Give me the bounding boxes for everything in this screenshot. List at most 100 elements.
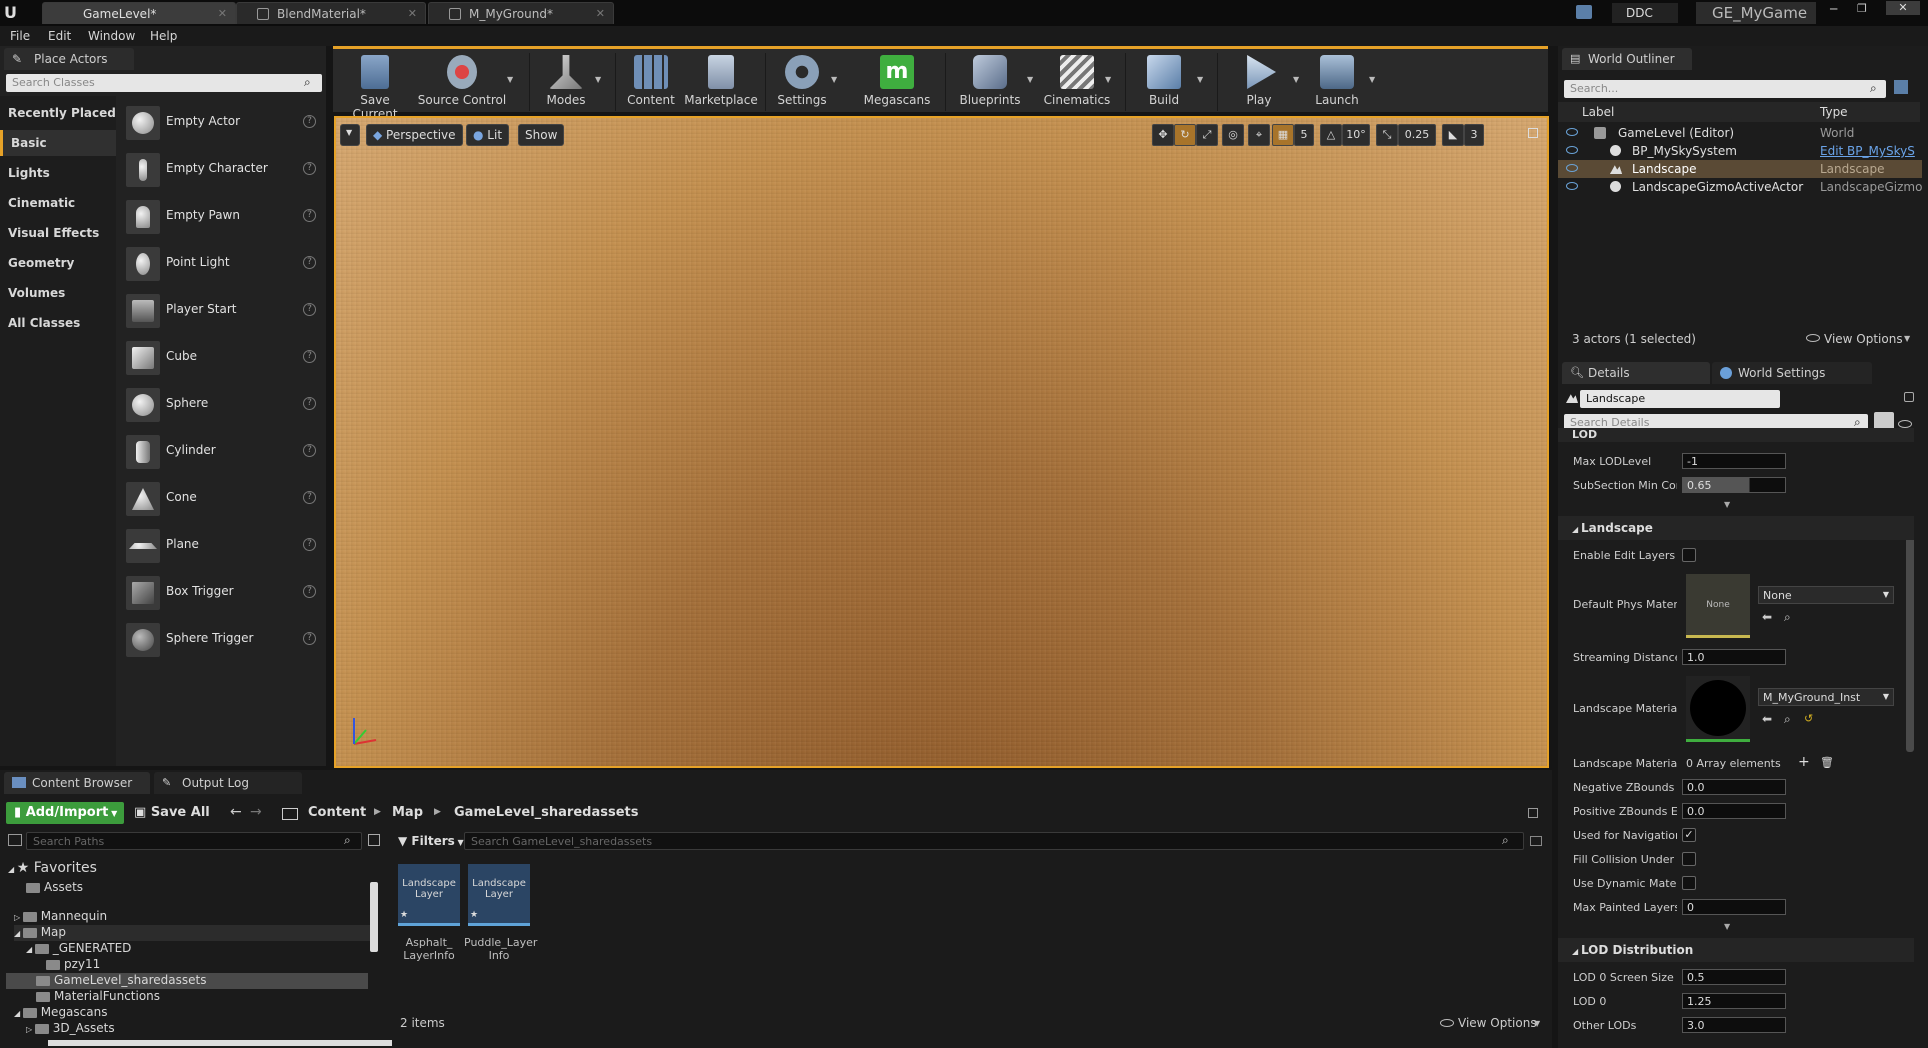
tab-gamelevel[interactable]: GameLevel* ✕ [42, 2, 236, 24]
use-selected-icon[interactable]: ⬅ [1762, 712, 1772, 726]
asset-search-input[interactable]: Search GameLevel_sharedassets [464, 832, 1524, 850]
phys-material-dropdown[interactable]: None ▼ [1758, 586, 1894, 604]
visibility-icon[interactable] [1566, 164, 1578, 172]
settings-button[interactable]: Settings [773, 53, 831, 113]
category-all-classes[interactable]: All Classes [0, 310, 116, 336]
asset-name-puddle[interactable]: Puddle_Layer Info [464, 936, 537, 962]
outliner-search-input[interactable]: Search... [1564, 80, 1886, 98]
folder-materialfunctions[interactable]: MaterialFunctions [36, 989, 160, 1005]
help-icon[interactable]: ? [303, 397, 316, 410]
forward-arrow-icon[interactable]: → [250, 804, 262, 820]
tab-m-myground[interactable]: M_MyGround* ✕ [428, 2, 614, 24]
actor-plane[interactable]: Plane? [124, 525, 320, 565]
megascans-button[interactable]: m Megascans [859, 53, 935, 113]
lod0-screen-input[interactable]: 0.5 [1682, 969, 1786, 985]
help-icon[interactable]: ? [303, 444, 316, 457]
help-icon[interactable]: ? [303, 115, 316, 128]
back-arrow-icon[interactable]: ← [230, 804, 242, 820]
search-classes-input[interactable]: Search Classes [6, 74, 322, 92]
actor-player-start[interactable]: Player Start? [124, 290, 320, 330]
subsection-input[interactable]: 0.65 [1682, 477, 1786, 493]
actor-box-trigger[interactable]: Box Trigger? [124, 572, 320, 612]
help-icon[interactable]: ? [303, 585, 316, 598]
pos-z-input[interactable]: 0.0 [1682, 803, 1786, 819]
outliner-row[interactable]: GameLevel (Editor) World [1558, 124, 1922, 142]
landscape-section-header[interactable]: ◢ Landscape [1558, 516, 1914, 540]
fill-collision-checkbox[interactable] [1682, 852, 1696, 866]
build-button[interactable]: Build [1133, 53, 1195, 113]
maximize-viewport-icon[interactable] [1528, 128, 1538, 138]
actor-cube[interactable]: Cube? [124, 337, 320, 377]
scale-icon[interactable]: ⤢ [1196, 124, 1218, 146]
phys-material-thumbnail[interactable]: None [1686, 574, 1750, 638]
lod-section-header[interactable]: LOD [1558, 428, 1914, 442]
help-icon[interactable]: ? [303, 491, 316, 504]
menu-file[interactable]: File [10, 29, 30, 43]
add-element-icon[interactable]: + [1798, 754, 1810, 770]
close-window-button[interactable]: ✕ [1886, 1, 1920, 15]
col-type-header[interactable]: Type [1820, 105, 1848, 119]
dynamic-material-checkbox[interactable] [1682, 876, 1696, 890]
blueprints-button[interactable]: Blueprints [953, 53, 1027, 113]
category-visual-effects[interactable]: Visual Effects [0, 220, 116, 246]
paths-hscrollbar[interactable] [48, 1040, 392, 1046]
enable-edit-layers-checkbox[interactable] [1682, 548, 1696, 562]
asset-thumbnail[interactable]: Landscape Layer ★ [398, 864, 460, 926]
paths-options-icon[interactable] [368, 834, 380, 846]
scale-snap-value[interactable]: 0.25 [1398, 124, 1436, 146]
marketplace-button[interactable]: Marketplace [683, 53, 759, 113]
edit-blueprint-link[interactable]: Edit BP_MySkyS [1820, 144, 1915, 158]
translate-icon[interactable]: ✥ [1152, 124, 1174, 146]
chevron-down-icon[interactable]: ▼ [1369, 75, 1375, 84]
help-icon[interactable]: ? [303, 162, 316, 175]
content-button[interactable]: Content [623, 53, 679, 113]
tab-output-log[interactable]: ✎ Output Log [154, 772, 302, 794]
category-cinematic[interactable]: Cinematic [0, 190, 116, 216]
rotation-snap-value[interactable]: 10° [1342, 124, 1370, 146]
folder-mannequin[interactable]: ▷ Mannequin [14, 909, 107, 925]
asset-thumbnail[interactable]: Landscape Layer ★ [468, 864, 530, 926]
max-lod-input[interactable]: -1 [1682, 453, 1786, 469]
history-icon[interactable] [1530, 836, 1542, 846]
browse-icon[interactable]: ⌕ [1784, 610, 1791, 625]
chevron-down-icon[interactable]: ▼ [831, 75, 837, 84]
tab-blendmaterial[interactable]: BlendMaterial* ✕ [236, 2, 426, 24]
ddc-indicator[interactable]: DDC [1612, 3, 1678, 23]
actor-empty-character[interactable]: Empty Character? [124, 149, 320, 189]
close-icon[interactable]: ✕ [408, 7, 417, 20]
asset-name-asphalt[interactable]: Asphalt_ LayerInfo [394, 936, 464, 962]
actor-empty-pawn[interactable]: Empty Pawn? [124, 196, 320, 236]
perspective-button[interactable]: ◆ Perspective [366, 124, 463, 146]
save-all-button[interactable]: ▣ Save All [134, 805, 210, 820]
lod-distribution-header[interactable]: ◢ LOD Distribution [1558, 938, 1914, 962]
eye-filter-icon[interactable] [1898, 420, 1912, 428]
rotate-icon[interactable]: ↻ [1174, 124, 1196, 146]
used-for-navigation-checkbox[interactable]: ✓ [1682, 828, 1696, 842]
lock-icon[interactable] [1528, 808, 1538, 818]
neg-z-input[interactable]: 0.0 [1682, 779, 1786, 795]
tab-details[interactable]: 🔍︎ Details [1562, 362, 1710, 384]
lit-button[interactable]: ● Lit [466, 124, 510, 146]
visibility-icon[interactable] [1566, 146, 1578, 154]
other-lods-input[interactable]: 3.0 [1682, 1017, 1786, 1033]
expand-arrow-icon[interactable]: ▼ [1724, 500, 1730, 509]
menu-edit[interactable]: Edit [48, 29, 71, 43]
chevron-down-icon[interactable]: ▼ [1105, 75, 1111, 84]
help-icon[interactable]: ? [303, 209, 316, 222]
outliner-view-options[interactable]: View Options [1824, 332, 1903, 346]
outliner-row[interactable]: BP_MySkySystem Edit BP_MySkyS [1558, 142, 1922, 160]
use-selected-icon[interactable]: ⬅ [1762, 610, 1772, 624]
maximize-button[interactable]: ❐ [1857, 2, 1877, 15]
close-icon[interactable]: ✕ [596, 7, 605, 20]
tab-place-actors[interactable]: ✎ Place Actors [4, 48, 134, 70]
actor-name-field[interactable]: Landscape [1580, 390, 1780, 408]
play-button[interactable]: Play [1225, 53, 1293, 113]
grid-snap-value[interactable]: 5 [1294, 124, 1314, 146]
surface-snap-icon[interactable]: ⌖ [1248, 124, 1270, 146]
save-current-button[interactable]: Save Current [337, 53, 413, 121]
chevron-down-icon[interactable]: ▼ [1197, 75, 1203, 84]
favorites-header[interactable]: ◢ ★ Favorites [8, 860, 97, 876]
category-volumes[interactable]: Volumes [0, 280, 116, 306]
category-geometry[interactable]: Geometry [0, 250, 116, 276]
actor-point-light[interactable]: Point Light? [124, 243, 320, 283]
